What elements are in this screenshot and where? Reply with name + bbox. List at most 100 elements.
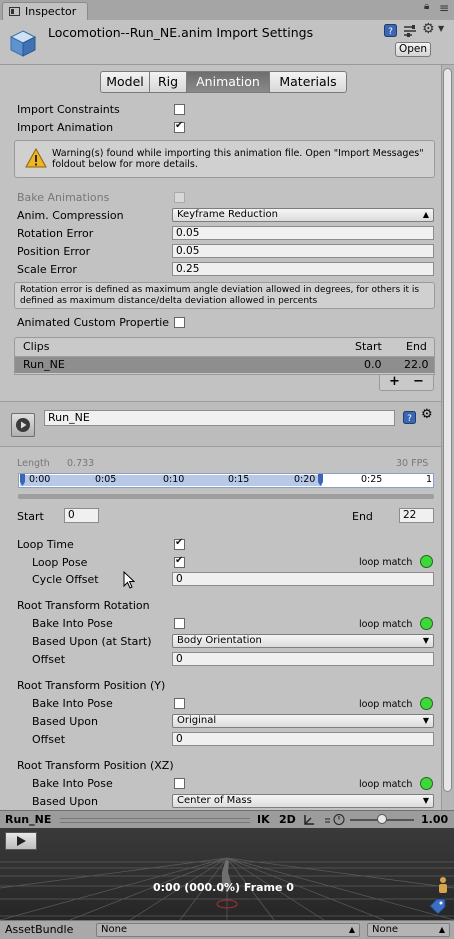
- posy-based-upon-value: Original: [177, 715, 217, 726]
- settings-gear-icon[interactable]: ⚙: [422, 21, 435, 37]
- bake-animations-checkbox: [174, 192, 185, 203]
- dropdown-arrow-icon: ▲: [348, 925, 355, 934]
- assetbundle-dropdown[interactable]: None ▲: [96, 923, 360, 937]
- tab-animation[interactable]: Animation: [186, 71, 270, 93]
- tick-label: 0:10: [163, 474, 185, 485]
- preview-play-button[interactable]: [5, 832, 37, 850]
- tab-model[interactable]: Model: [100, 71, 150, 93]
- lock-icon[interactable]: 🔒︎: [424, 1, 429, 12]
- end-marker-icon[interactable]: [317, 474, 324, 487]
- posxz-loop-match-label: loop match: [359, 779, 413, 790]
- clip-header: Run_NE ? ⚙: [0, 401, 441, 447]
- warning-text: Warning(s) found while importing this an…: [52, 148, 424, 170]
- add-clip-button[interactable]: +: [389, 374, 400, 389]
- tab-materials[interactable]: Materials: [269, 71, 347, 93]
- import-constraints-checkbox[interactable]: [174, 104, 185, 115]
- play-circle-icon: [16, 418, 30, 432]
- assetbundle-variant-dropdown[interactable]: None ▲: [367, 923, 450, 937]
- avatar-preview-icon[interactable]: [436, 876, 450, 894]
- preview-grid: [0, 828, 454, 920]
- clip-row-name: Run_NE: [23, 358, 65, 371]
- clip-help-icon[interactable]: ?: [403, 411, 416, 424]
- preview-drag-handle[interactable]: [60, 818, 250, 823]
- start-marker-icon[interactable]: [19, 474, 26, 487]
- posxz-loop-match-indicator: [420, 777, 433, 790]
- rotation-error-field[interactable]: 0.05: [172, 226, 434, 240]
- rot-based-upon-dropdown[interactable]: Body Orientation ▼: [172, 634, 434, 648]
- tab-menu-icon[interactable]: ≡: [439, 1, 449, 15]
- compression-help-text: Rotation error is defined as maximum ang…: [20, 285, 420, 306]
- tag-icon[interactable]: [429, 898, 447, 914]
- preview-frame-readout: 0:00 (000.0%) Frame 0: [153, 881, 294, 894]
- end-field[interactable]: 22: [399, 508, 434, 523]
- tab-rig[interactable]: Rig: [149, 71, 187, 93]
- page-title: Locomotion--Run_NE.anim Import Settings: [48, 25, 314, 40]
- posy-based-upon-dropdown[interactable]: Original ▼: [172, 714, 434, 728]
- tick-label: 0:05: [95, 474, 117, 485]
- anim-compression-label: Anim. Compression: [17, 209, 124, 222]
- pivot-icon[interactable]: [302, 813, 316, 826]
- timeline-scroll[interactable]: [18, 494, 434, 499]
- tick-label: 0:25: [361, 474, 383, 485]
- tab-inspector[interactable]: Inspector: [2, 2, 88, 20]
- clip-settings-gear-icon[interactable]: ⚙: [421, 407, 433, 422]
- import-animation-checkbox[interactable]: [174, 120, 185, 133]
- svg-text:?: ?: [407, 414, 412, 424]
- tab-label: Inspector: [25, 5, 77, 18]
- inspector-header: Locomotion--Run_NE.anim Import Settings …: [0, 20, 454, 65]
- dropdown-arrow-icon: ▼: [422, 636, 429, 645]
- rot-bake-checkbox[interactable]: [174, 618, 185, 629]
- posy-bake-checkbox[interactable]: [174, 698, 185, 709]
- clips-header-end: End: [406, 340, 427, 353]
- clips-footer: + −: [379, 374, 434, 391]
- anim-compression-dropdown[interactable]: Keyframe Reduction ▲: [172, 208, 434, 222]
- clip-name-field[interactable]: Run_NE: [44, 410, 395, 426]
- animated-custom-properties-checkbox[interactable]: [174, 317, 185, 328]
- animation-asset-icon: [9, 30, 37, 57]
- preview-toolbar: Run_NE IK 2D 1.00: [0, 810, 454, 828]
- clips-header-name: Clips: [23, 340, 50, 353]
- position-error-field[interactable]: 0.05: [172, 244, 434, 258]
- settings-arrow-icon[interactable]: ▼: [438, 24, 444, 33]
- scale-error-label: Scale Error: [17, 263, 77, 276]
- start-field[interactable]: 0: [64, 508, 99, 523]
- dropdown-arrow-icon: ▼: [422, 796, 429, 805]
- clips-header: Clips Start End: [15, 338, 434, 357]
- posy-offset-field[interactable]: 0: [172, 732, 434, 746]
- posxz-based-upon-label: Based Upon: [32, 795, 98, 808]
- posxz-based-upon-value: Center of Mass: [177, 795, 252, 806]
- clip-row-start: 0.0: [364, 358, 382, 371]
- open-button[interactable]: Open: [395, 42, 431, 57]
- help-icon[interactable]: ?: [384, 24, 397, 37]
- posy-offset-label: Offset: [32, 733, 66, 746]
- loop-time-checkbox[interactable]: [174, 537, 185, 550]
- posy-loop-match-label: loop match: [359, 699, 413, 710]
- timeline-ruler[interactable]: 0:00 0:05 0:10 0:15 0:20 0:25 1: [18, 473, 434, 488]
- posxz-section-title: Root Transform Position (XZ): [17, 759, 174, 772]
- assetbundle-bar: AssetBundle None ▲ None ▲: [0, 920, 454, 939]
- posxz-based-upon-dropdown[interactable]: Center of Mass ▼: [172, 794, 434, 808]
- 2d-toggle[interactable]: 2D: [279, 813, 296, 826]
- mouse-cursor-icon: [123, 571, 135, 589]
- scrollbar-thumb[interactable]: [443, 68, 452, 792]
- tick-label: 0:15: [228, 474, 250, 485]
- scale-error-field[interactable]: 0.25: [172, 262, 434, 276]
- remove-clip-button[interactable]: −: [413, 374, 424, 389]
- loop-pose-checkbox[interactable]: [174, 555, 185, 568]
- posxz-bake-label: Bake Into Pose: [32, 777, 113, 790]
- speed-icon[interactable]: [324, 813, 348, 826]
- rot-offset-field[interactable]: 0: [172, 652, 434, 666]
- clip-row-end: 22.0: [404, 358, 429, 371]
- speed-slider-thumb[interactable]: [377, 814, 387, 824]
- ik-toggle[interactable]: IK: [257, 813, 270, 826]
- rot-based-upon-label: Based Upon (at Start): [32, 635, 152, 648]
- assetbundle-value: None: [101, 924, 128, 935]
- table-row[interactable]: Run_NE 0.0 22.0: [15, 357, 434, 373]
- preset-icon[interactable]: [403, 24, 417, 38]
- tab-bar: Inspector 🔒︎ ≡: [0, 0, 454, 20]
- clip-preview-button[interactable]: [11, 413, 35, 437]
- animation-preview[interactable]: 0:00 (000.0%) Frame 0: [0, 828, 454, 920]
- cycle-offset-label: Cycle Offset: [32, 573, 99, 586]
- posxz-bake-checkbox[interactable]: [174, 778, 185, 789]
- cycle-offset-field[interactable]: 0: [172, 572, 434, 586]
